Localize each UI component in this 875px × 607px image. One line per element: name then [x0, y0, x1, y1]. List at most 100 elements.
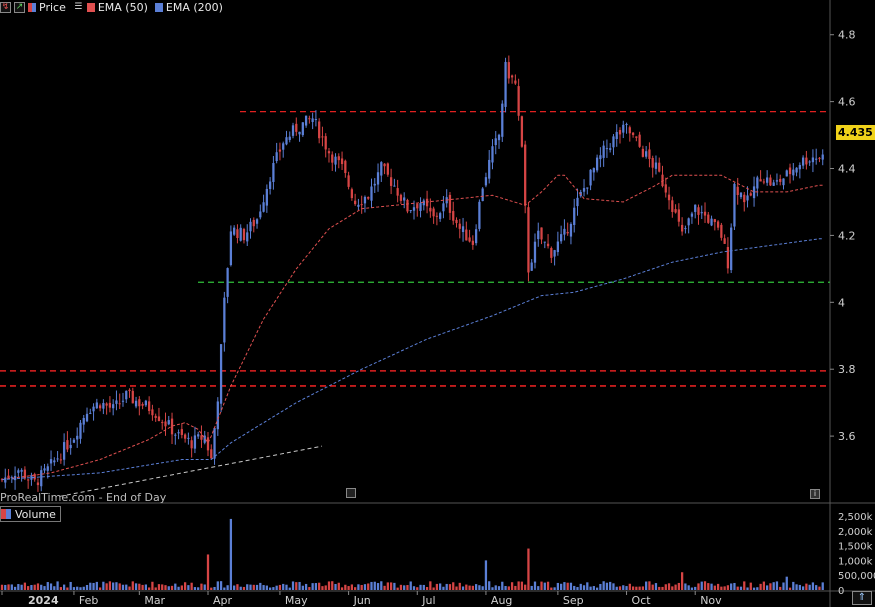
candle-body: [304, 115, 308, 126]
volume-bar: [749, 582, 752, 590]
candle-body: [756, 177, 759, 189]
volume-bar: [282, 583, 285, 590]
volume-bar: [255, 584, 259, 590]
volume-bar: [105, 583, 108, 590]
volume-bar: [821, 582, 824, 590]
candle-body: [766, 177, 769, 183]
volume-bar: [628, 583, 631, 590]
volume-bar: [589, 586, 592, 590]
candle-body: [229, 231, 233, 266]
candle-body: [108, 402, 112, 408]
volume-legend[interactable]: Volume: [0, 506, 61, 522]
y-tick-label: 3.6: [838, 430, 856, 443]
candle-body: [569, 223, 573, 237]
candle-body: [311, 118, 314, 123]
candle-body: [808, 161, 811, 163]
volume-bar: [246, 584, 249, 590]
chart-canvas[interactable]: 4.8 4.6 4.4 4.2 4 3.8 3.6 2,500k 2,000k 1,500k 1,0…: [0, 0, 875, 607]
volume-bar: [563, 582, 566, 590]
candle-body: [664, 184, 667, 193]
candle-body: [223, 297, 226, 343]
volume-bar: [164, 585, 167, 590]
volume-bar: [690, 587, 694, 590]
candle-body: [197, 434, 200, 437]
volume-bar: [85, 585, 89, 590]
candle-body: [213, 427, 216, 459]
legend-ema200[interactable]: EMA (200): [154, 1, 223, 14]
candle-body: [59, 459, 62, 461]
candle-body: [27, 479, 30, 481]
y-tick-label: 3.8: [838, 363, 856, 376]
candle-body: [733, 183, 736, 227]
volume-bar: [566, 582, 569, 590]
candle-body: [432, 208, 435, 217]
volume-bar: [533, 581, 537, 590]
volume-bar: [259, 582, 262, 590]
candle-body: [759, 179, 762, 182]
candle-body: [504, 61, 507, 107]
candle-body: [321, 136, 324, 138]
candle-body: [468, 237, 471, 242]
chart-legend: ↯ ↗ Price ☰ EMA (50) EMA (200): [0, 0, 227, 14]
volume-bar: [200, 583, 203, 590]
candle-body: [641, 148, 645, 157]
candle-body: [533, 241, 537, 263]
volume-bar: [76, 586, 79, 590]
legend-ema50[interactable]: EMA (50): [86, 1, 148, 14]
candle-body: [452, 211, 455, 221]
legend-price[interactable]: Price: [28, 1, 66, 14]
volume-bar: [769, 583, 772, 590]
volume-bar: [808, 584, 811, 590]
candle-body: [439, 213, 442, 219]
candle-body: [422, 200, 425, 206]
volume-bar: [680, 572, 684, 590]
volume-bar: [409, 581, 412, 590]
calendar-icon[interactable]: [346, 488, 356, 498]
volume-bar: [82, 586, 85, 590]
volume-bar: [190, 582, 193, 590]
volume-bar: [795, 584, 798, 590]
volume-bar: [174, 583, 177, 590]
candle-body: [654, 162, 658, 169]
volume-tick-label: 500,000: [838, 571, 875, 582]
candle-body: [537, 230, 540, 240]
volume-bar: [576, 587, 579, 590]
candle-body: [723, 238, 726, 244]
volume-bar: [275, 585, 278, 590]
candle-body: [327, 151, 331, 154]
candle-body: [95, 402, 98, 409]
settings-list-icon[interactable]: ☰: [73, 2, 84, 13]
candle-body: [576, 197, 579, 207]
info-icon[interactable]: i: [810, 489, 820, 499]
volume-bar: [344, 584, 347, 590]
candle-body: [524, 144, 527, 206]
candle-body: [200, 435, 203, 440]
volume-bar: [484, 560, 488, 590]
volume-bar: [700, 581, 703, 590]
volume-bar: [154, 587, 157, 590]
volume-bar: [648, 581, 651, 590]
candle-body: [386, 163, 389, 175]
candle-body: [278, 149, 282, 152]
volume-bar: [157, 584, 161, 590]
volume-bar: [560, 583, 563, 590]
ema200-swatch-icon: [154, 2, 163, 12]
chart-type-icon[interactable]: ↯: [0, 1, 11, 13]
candle-body: [79, 422, 82, 439]
volume-bar: [736, 586, 739, 590]
volume-bar: [491, 587, 494, 590]
zoom-icon[interactable]: ↗: [14, 1, 25, 13]
volume-bar: [311, 583, 314, 590]
x-tick-label: 2024: [28, 594, 59, 607]
candle-body: [49, 459, 53, 464]
candle-body: [347, 175, 350, 187]
scroll-up-icon[interactable]: ⇑: [852, 591, 872, 605]
x-tick-label: Oct: [632, 594, 652, 607]
volume-bar: [102, 581, 105, 590]
candle-body: [481, 188, 484, 202]
candle-body: [36, 482, 40, 486]
volume-bar: [442, 586, 445, 590]
candle-body: [262, 202, 265, 212]
volume-bar: [671, 586, 674, 590]
candle-body: [687, 218, 690, 226]
